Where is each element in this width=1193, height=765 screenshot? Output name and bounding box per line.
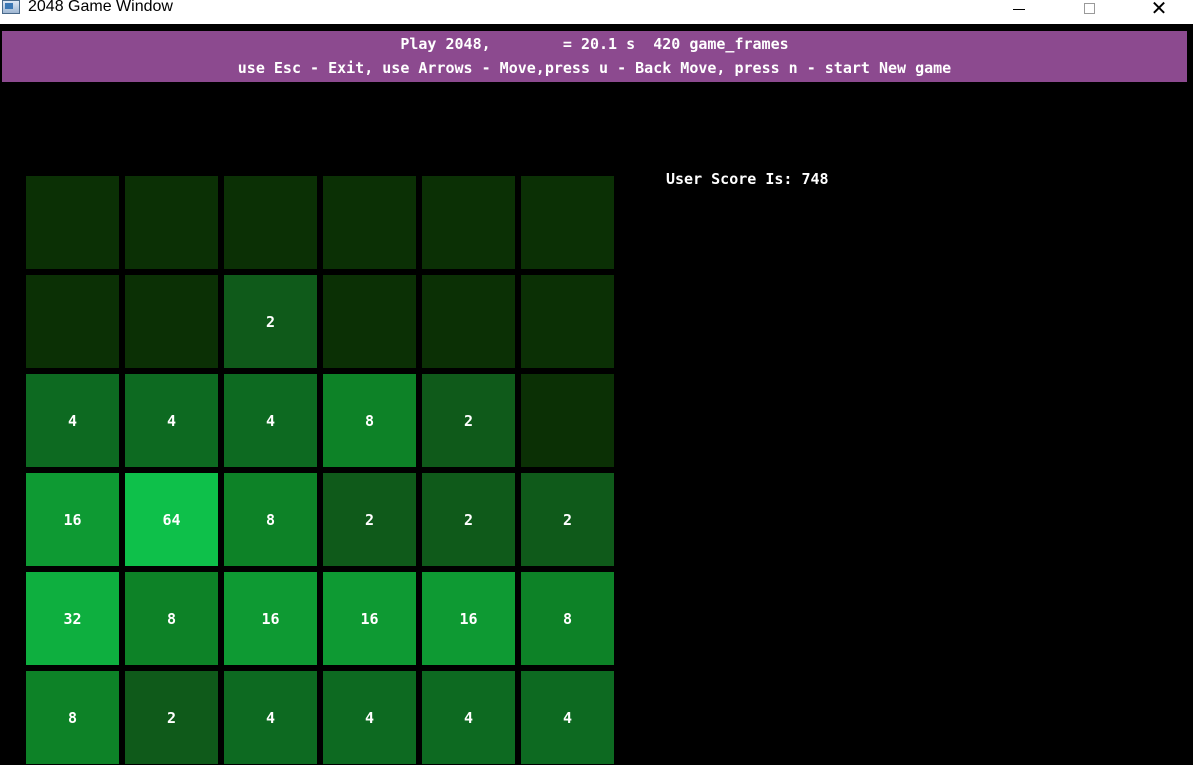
controls-help-text: use Esc - Exit, use Arrows - Move,press … — [237, 59, 952, 77]
maximize-button[interactable] — [1066, 0, 1112, 20]
user-score-label: User Score Is: 748 — [666, 170, 829, 188]
board-tile: 4 — [224, 374, 317, 467]
board-tile: 16 — [422, 572, 515, 665]
board-tile: 4 — [323, 671, 416, 764]
close-icon: ✕ — [1150, 0, 1168, 20]
board-tile: 4 — [422, 671, 515, 764]
board-tile — [125, 275, 218, 368]
board-tile: 32 — [26, 572, 119, 665]
board-tile: 64 — [125, 473, 218, 566]
window-title: 2048 Game Window — [28, 0, 173, 15]
board-tile: 4 — [26, 374, 119, 467]
board-tile — [323, 275, 416, 368]
board-tile — [521, 275, 614, 368]
board-tile — [422, 176, 515, 269]
board-tile: 2 — [422, 374, 515, 467]
board-tile — [521, 374, 614, 467]
board-tile — [422, 275, 515, 368]
board-tile: 8 — [26, 671, 119, 764]
board-tile: 2 — [323, 473, 416, 566]
board-tile — [521, 176, 614, 269]
close-button[interactable]: ✕ — [1136, 0, 1182, 20]
board-tile — [26, 275, 119, 368]
board-tile — [26, 176, 119, 269]
board-tile: 2 — [224, 275, 317, 368]
minimize-icon — [1013, 8, 1025, 10]
board-tile: 4 — [125, 374, 218, 467]
board-tile: 4 — [224, 671, 317, 764]
board-tile: 2 — [125, 671, 218, 764]
game-board[interactable]: 2 4 4 4 8 2 16 64 8 2 2 2 32 8 16 16 16 8 8 2 4 4 4 4 — [26, 176, 615, 765]
game-header-banner: Play 2048, = 20.1 s 420 game_frames use … — [2, 31, 1187, 82]
board-tile: 8 — [323, 374, 416, 467]
board-tile — [224, 176, 317, 269]
board-tile — [323, 176, 416, 269]
maximize-icon — [1083, 2, 1095, 14]
board-tile: 16 — [224, 572, 317, 665]
board-tile: 8 — [521, 572, 614, 665]
game-status-text: Play 2048, = 20.1 s 420 game_frames — [400, 35, 789, 53]
board-tile: 8 — [224, 473, 317, 566]
app-window-icon — [2, 0, 20, 14]
board-tile: 4 — [521, 671, 614, 764]
board-tile: 2 — [521, 473, 614, 566]
board-tile: 8 — [125, 572, 218, 665]
board-tile — [125, 176, 218, 269]
window-titlebar: 2048 Game Window ✕ — [0, 0, 1193, 24]
board-tile: 16 — [26, 473, 119, 566]
minimize-button[interactable] — [996, 0, 1042, 20]
board-tile: 2 — [422, 473, 515, 566]
board-tile: 16 — [323, 572, 416, 665]
